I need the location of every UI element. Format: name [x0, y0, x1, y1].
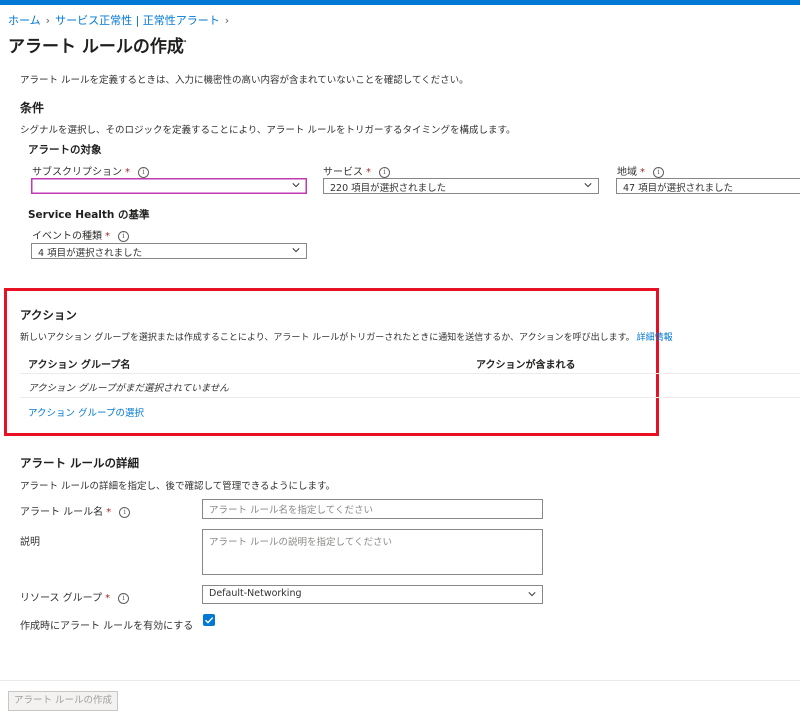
column-header-actions-contained: アクションが含まれる — [476, 360, 576, 371]
description-label: 説明 — [20, 537, 40, 548]
required-marker: * — [105, 593, 111, 604]
region-label-text: 地域 — [617, 167, 637, 178]
chevron-down-icon — [292, 183, 300, 188]
breadcrumb-chevron: › — [224, 14, 230, 27]
actions-heading: アクション — [20, 308, 77, 322]
page-title: アラート ルールの作成 — [8, 37, 184, 57]
breadcrumb-home[interactable]: ホーム — [8, 14, 41, 27]
info-icon[interactable]: i — [118, 592, 130, 604]
breadcrumb: ホーム › サービス正常性 | 正常性アラート › — [8, 12, 229, 28]
info-icon[interactable]: i — [119, 506, 131, 518]
condition-heading: 条件 — [20, 101, 45, 115]
details-description: アラート ルールの詳細を指定し、後で確認して管理できるようにします。 — [20, 481, 336, 492]
required-marker: * — [640, 167, 645, 178]
create-alert-rule-button[interactable]: アラート ルールの作成 — [8, 691, 118, 711]
table-divider — [20, 373, 800, 374]
actions-description-text: 新しいアクション グループを選択または作成することにより、アラート ルールがトリ… — [20, 333, 635, 343]
alert-target-heading: アラートの対象 — [28, 144, 102, 156]
subscription-dropdown[interactable] — [31, 178, 307, 194]
event-type-dropdown[interactable]: 4 項目が選択されました — [31, 243, 307, 259]
event-type-label: イベントの種類 * i — [32, 227, 129, 242]
resource-group-label: リソース グループ * i — [20, 589, 130, 604]
service-label: サービス * i — [323, 163, 390, 178]
footer-divider — [0, 680, 800, 681]
intro-text: アラート ルールを定義するときは、入力に機密性の高い内容が含まれていないことを確… — [20, 75, 469, 86]
region-value: 47 項目が選択されました — [623, 183, 734, 194]
description-placeholder: アラート ルールの説明を指定してください — [209, 537, 392, 548]
learn-more-link[interactable]: 詳細情報 — [637, 333, 673, 343]
column-header-action-group-name: アクション グループ名 — [28, 360, 131, 371]
select-action-group-link[interactable]: アクション グループの選択 — [28, 405, 144, 419]
service-label-text: サービス — [323, 167, 363, 178]
resource-group-label-text: リソース グループ — [20, 593, 103, 604]
description-textarea[interactable]: アラート ルールの説明を指定してください — [202, 529, 543, 575]
chevron-down-icon — [528, 592, 536, 597]
breadcrumb-separator: › — [45, 14, 51, 27]
table-divider — [20, 397, 800, 398]
required-marker: * — [125, 167, 130, 178]
info-icon[interactable]: i — [118, 230, 129, 242]
breadcrumb-service-health[interactable]: サービス正常性 | 正常性アラート — [55, 14, 220, 27]
subscription-label: サブスクリプション * i — [32, 163, 149, 178]
info-icon[interactable]: i — [138, 166, 149, 178]
chevron-down-icon — [584, 183, 592, 188]
chevron-down-icon — [292, 248, 300, 253]
region-label: 地域 * i — [617, 163, 664, 178]
required-marker: * — [105, 231, 110, 242]
checkmark-icon — [205, 617, 214, 624]
event-type-label-text: イベントの種類 — [32, 231, 102, 242]
service-health-criteria-heading: Service Health の基準 — [28, 209, 150, 221]
subscription-label-text: サブスクリプション — [32, 167, 122, 178]
top-accent-bar — [0, 0, 800, 5]
required-marker: * — [366, 167, 371, 178]
actions-description: 新しいアクション グループを選択または作成することにより、アラート ルールがトリ… — [20, 330, 673, 343]
enable-on-create-label: 作成時にアラート ルールを有効にする — [20, 621, 194, 632]
info-icon[interactable]: i — [379, 166, 390, 178]
info-icon[interactable]: i — [653, 166, 664, 178]
resource-group-dropdown[interactable]: Default-Networking — [202, 585, 543, 604]
enable-on-create-checkbox[interactable] — [203, 614, 215, 626]
details-heading: アラート ルールの詳細 — [20, 456, 140, 470]
region-dropdown[interactable]: 47 項目が選択されました — [616, 178, 800, 194]
service-dropdown[interactable]: 220 項目が選択されました — [323, 178, 599, 194]
rule-name-input[interactable]: アラート ルール名を指定してください — [202, 499, 543, 519]
empty-action-groups-text: アクション グループがまだ選択されていません — [28, 383, 229, 394]
rule-name-label-text: アラート ルール名 — [20, 507, 104, 518]
condition-description: シグナルを選択し、そのロジックを定義することにより、アラート ルールをトリガーす… — [20, 125, 516, 136]
required-marker: * — [106, 507, 112, 518]
rule-name-placeholder: アラート ルール名を指定してください — [209, 505, 373, 516]
rule-name-label: アラート ルール名 * i — [20, 503, 131, 518]
service-value: 220 項目が選択されました — [330, 183, 447, 194]
more-options-button[interactable]: ··· — [172, 34, 188, 50]
event-type-value: 4 項目が選択されました — [38, 248, 143, 259]
resource-group-value: Default-Networking — [209, 588, 302, 599]
